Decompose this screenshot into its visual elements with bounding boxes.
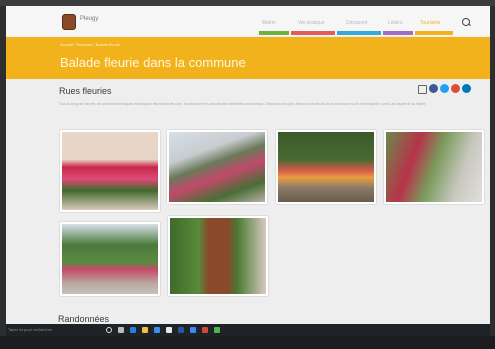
mail-icon[interactable]	[166, 327, 172, 333]
photo-image	[62, 132, 158, 210]
photo-stone-wall-garden[interactable]	[276, 130, 376, 204]
browser-viewport: Pleugy Mairie Vie pratique Découvrir Loi…	[6, 6, 490, 336]
page-title: Balade fleurie dans la commune	[60, 55, 246, 70]
nav-item-mairie[interactable]: Mairie	[262, 20, 276, 26]
photo-image	[169, 132, 265, 202]
word-icon[interactable]	[178, 327, 184, 333]
town-crest-logo[interactable]	[62, 14, 76, 30]
monitor-bezel-bottom	[0, 336, 495, 349]
nav-item-tourisme[interactable]: Tourisme	[420, 20, 440, 26]
nav-color-bar-decouvrir	[337, 31, 381, 35]
google-plus-share-icon[interactable]	[451, 84, 460, 93]
photo-house-garden-hydrangea[interactable]	[167, 130, 267, 204]
photo-street-flowers[interactable]	[384, 130, 484, 204]
chrome-icon[interactable]	[190, 327, 196, 333]
search-icon[interactable]	[462, 18, 470, 26]
photo-image	[62, 224, 158, 294]
linkedin-share-icon[interactable]	[462, 84, 471, 93]
site-header: Pleugy Mairie Vie pratique Découvrir Loi…	[6, 6, 490, 36]
next-section-title: Randonnées	[58, 314, 110, 324]
store-icon[interactable]	[154, 327, 160, 333]
print-icon[interactable]	[418, 85, 427, 94]
photo-image	[170, 218, 266, 294]
site-name[interactable]: Pleugy	[80, 16, 98, 22]
photo-image	[386, 132, 482, 202]
os-taskbar: Taper ici pour rechercher	[6, 324, 490, 336]
nav-item-decouvrir[interactable]: Découvrir	[346, 20, 367, 26]
task-view-icon[interactable]	[118, 327, 124, 333]
nav-color-bar-loisirs	[383, 31, 413, 35]
cortana-icon[interactable]	[106, 327, 112, 333]
photo-rusted-metal-sculpture[interactable]	[168, 216, 268, 296]
file-explorer-icon[interactable]	[142, 327, 148, 333]
photo-image	[278, 132, 374, 202]
breadcrumb[interactable]: Accueil / Tourisme / Balade fleurie	[60, 42, 120, 47]
nav-color-bar-tourisme	[415, 31, 453, 35]
nav-color-bar-vie-pratique	[291, 31, 335, 35]
photo-road-hedge-flowers[interactable]	[60, 222, 160, 296]
nav-color-bar-mairie	[259, 31, 289, 35]
facebook-share-icon[interactable]	[429, 84, 438, 93]
nav-item-loisirs[interactable]: Loisirs	[388, 20, 402, 26]
taskbar-search-box[interactable]: Taper ici pour rechercher	[8, 327, 52, 332]
page-banner: Accueil / Tourisme / Balade fleurie Bala…	[6, 37, 490, 79]
app-icon-red[interactable]	[202, 327, 208, 333]
section-title: Rues fleuries	[59, 86, 112, 96]
twitter-share-icon[interactable]	[440, 84, 449, 93]
app-icon-green[interactable]	[214, 327, 220, 333]
nav-item-vie-pratique[interactable]: Vie pratique	[298, 20, 325, 26]
edge-browser-icon[interactable]	[130, 327, 136, 333]
photo-window-box-flowers[interactable]	[60, 130, 160, 212]
section-intro-text: Tout au long de l'année, les services te…	[59, 102, 427, 106]
